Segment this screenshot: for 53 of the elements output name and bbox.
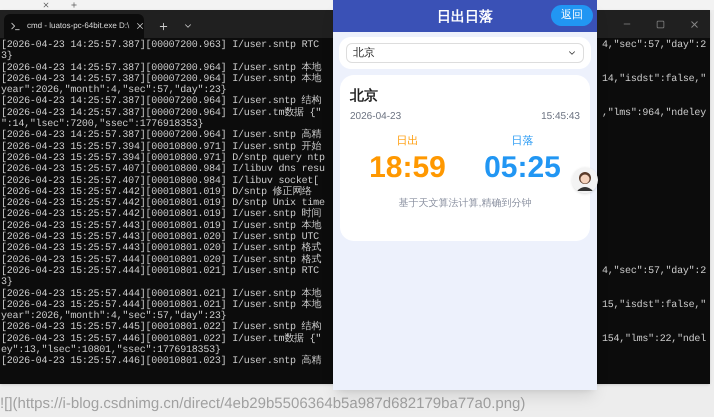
log-line: year":2026,"month":4,"sec":57,"day":23} — [1, 311, 226, 322]
log-line: ":14,"lsec":7200,"ssec":1776918353} — [1, 119, 204, 130]
log-line: [2026-04-23 15:25:57.445][00010801.022] I/user.sntp 结构 — [1, 322, 322, 334]
city-name: 北京 — [350, 86, 378, 105]
log-line: [2026-04-23 15:25:57.442][00010801.019] D/sntp 修正网络 — [1, 186, 312, 198]
sunrise-label: 日出 — [396, 134, 418, 149]
log-line: 14,"isdst":false," — [602, 74, 706, 86]
note-text: 基于天文算法计算,精确到分钟 — [398, 196, 532, 210]
log-line: 154,"lms":22,"ndel — [602, 334, 706, 346]
new-tab-icon[interactable] — [158, 20, 169, 32]
log-line: [2026-04-23 15:25:57.446][00010801.023] I/user.sntp 高精 — [1, 356, 322, 368]
log-line: 4,"sec":57,"day":2 — [602, 40, 706, 52]
log-line: [2026-04-23 15:25:57.444][00010801.021] I/user.sntp 本地 — [1, 300, 322, 311]
sunrise-time: 18:59 — [369, 150, 446, 186]
city-select[interactable]: 北京 — [346, 43, 584, 63]
avatar-button[interactable] — [572, 167, 598, 193]
close-icon[interactable] — [135, 21, 146, 31]
log-line: [2026-04-23 14:25:57.387][00007200.963] I/user.sntp RTC — [1, 40, 319, 51]
log-line: 4,"sec":57,"day":2 — [602, 266, 706, 278]
terminal-icon — [10, 20, 21, 32]
log-line: [2026-04-23 14:25:57.387][00007200.964] I/user.sntp 本地 — [1, 62, 322, 74]
log-line: [2026-04-23 15:25:57.446][00010801.022] I/user.tm数据 {" — [1, 334, 322, 345]
log-line: [2026-04-23 14:25:57.387][00007200.964] I/user.tm数据 {" — [1, 108, 322, 119]
log-line: [2026-04-23 15:25:57.443][00010801.019] I/user.sntp 本地 — [1, 220, 322, 232]
date-text: 2026-04-23 — [350, 110, 402, 124]
log-line: ,"lms":964,"ndeley — [602, 108, 706, 120]
close-icon[interactable] — [42, 1, 50, 9]
log-line: [2026-04-23 15:25:57.407][00010800.984] I/libuv dns resu — [1, 164, 325, 176]
tab-title: cmd - luatos-pc-64bit.exe D:\ — [27, 20, 130, 32]
plus-icon[interactable] — [70, 1, 78, 9]
log-line: [2026-04-23 15:25:57.394][00010800.971] I/user.sntp 开始 — [1, 142, 322, 153]
log-line: [2026-04-23 14:25:57.387][00007200.964] I/user.sntp 结构 — [1, 96, 322, 108]
log-line: [2026-04-23 15:25:57.444][00010801.021] I/user.sntp 本地 — [1, 288, 322, 300]
log-line: [2026-04-23 14:25:57.387][00007200.964] I/user.sntp 高精 — [1, 130, 322, 142]
log-line: ey":13,"lsec":10801,"ssec":1776918353} — [1, 345, 221, 356]
log-line: [2026-04-23 15:25:57.443][00010801.020] I/user.sntp 格式 — [1, 243, 322, 254]
image-link-text: ![](https://i-blog.csdnimg.cn/direct/4eb29b5506364b5a987d682179ba77a0.png) — [0, 394, 526, 414]
sunset-time: 05:25 — [484, 150, 561, 186]
sunset-label: 日落 — [511, 134, 534, 149]
maximize-icon[interactable] — [656, 20, 665, 28]
log-line: 3} — [1, 277, 13, 288]
time-text: 15:45:43 — [541, 110, 580, 124]
log-line: [2026-04-23 15:25:57.444][00010801.020] I/user.sntp 格式 — [1, 254, 322, 266]
log-line: [2026-04-23 15:25:57.444][00010801.021] I/user.sntp RTC — [1, 266, 319, 277]
log-line: 15,"isdst":false," — [602, 300, 706, 312]
log-line: year":2026,"month":4,"sec":57,"day":23} — [1, 85, 226, 96]
page-title: 日出日落 — [437, 6, 493, 26]
log-line: [2026-04-23 14:25:57.387][00007200.964] I/user.sntp 本地 — [1, 74, 322, 85]
log-line: [2026-04-23 15:25:57.407][00010800.984] I/libuv socket[ — [1, 176, 319, 187]
log-line: 3} — [1, 51, 13, 62]
log-line: [2026-04-23 15:25:57.394][00010800.971] D/sntp query ntp — [1, 152, 325, 164]
terminal-tab[interactable]: cmd - luatos-pc-64bit.exe D:\ — [4, 14, 144, 38]
log-line: [2026-04-23 15:25:57.442][00010801.019] I/user.sntp 时间 — [1, 209, 322, 220]
